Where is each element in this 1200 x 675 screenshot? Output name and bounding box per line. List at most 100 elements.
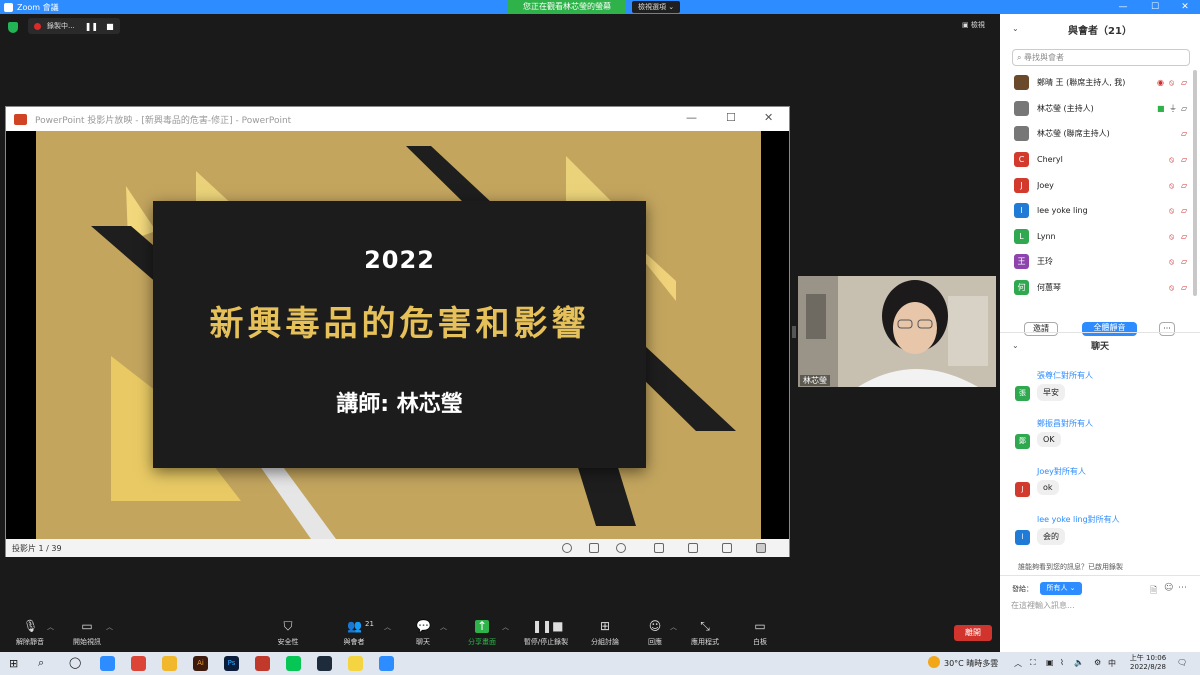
participants-caret[interactable]: ︿ bbox=[384, 622, 391, 632]
chat-message: 張尊仁對所有人 張 早安 bbox=[1000, 366, 1192, 414]
mute-all-button[interactable]: 全體靜音 bbox=[1082, 322, 1137, 336]
security-shield-icon[interactable] bbox=[8, 22, 18, 33]
invite-button[interactable]: 邀請 bbox=[1024, 322, 1058, 336]
participant-row[interactable]: L Lynn ⦸ ▱ bbox=[1000, 224, 1192, 250]
participant-row[interactable]: 王 王玲 ⦸ ▱ bbox=[1000, 249, 1192, 275]
windows-start-icon[interactable]: ⊞ bbox=[9, 657, 18, 670]
illustrator-icon[interactable]: Ai bbox=[193, 656, 208, 671]
close-button[interactable]: ✕ bbox=[1170, 0, 1200, 14]
reading-view-icon[interactable] bbox=[722, 543, 732, 553]
more-icon[interactable]: ⋯ bbox=[1178, 583, 1187, 593]
more-options-button[interactable]: ··· bbox=[1159, 322, 1175, 336]
slide-sorter-icon[interactable] bbox=[688, 543, 698, 553]
apps-button[interactable]: ⤡ 應用程式 bbox=[675, 618, 735, 647]
webcam-video[interactable]: 林芯瑩 bbox=[798, 276, 996, 387]
normal-view-icon[interactable] bbox=[654, 543, 664, 553]
ppt-minimize-icon[interactable]: — bbox=[686, 111, 697, 124]
participant-list: 鄭晴 王 (聯席主持人, 我) ◉ ⦸ ▱ 林芯瑩 (主持人) ■ ⏚ ▱ 林芯瑩 (聯… bbox=[1000, 70, 1192, 300]
send-to-dropdown[interactable]: 所有人 ⌄ bbox=[1040, 582, 1082, 595]
avatar: 王 bbox=[1014, 254, 1029, 270]
stage-view-button[interactable]: ▣ 檢視 bbox=[962, 20, 985, 30]
apps-icon: ⤡ bbox=[700, 619, 710, 633]
participant-row[interactable]: l lee yoke ling ⦸ ▱ bbox=[1000, 198, 1192, 224]
security-button[interactable]: ⛉ 安全性 bbox=[258, 618, 318, 647]
ppt-maximize-icon[interactable]: ☐ bbox=[726, 111, 736, 124]
video-icon: ▱ bbox=[1181, 103, 1188, 113]
participant-row[interactable]: 林芯瑩 (聯席主持人) ▱ bbox=[1000, 121, 1192, 147]
line-icon[interactable] bbox=[286, 656, 301, 671]
minimize-button[interactable]: — bbox=[1108, 0, 1138, 14]
maximize-button[interactable]: ☐ bbox=[1140, 0, 1170, 14]
video-off-icon: ▱ bbox=[1181, 283, 1188, 293]
pause-recording-button[interactable]: ❚❚ bbox=[85, 22, 98, 31]
chrome-icon[interactable] bbox=[131, 656, 146, 671]
chat-visibility-note[interactable]: 誰能夠看到您的訊息？已啟用錄製 bbox=[1018, 562, 1123, 572]
emoji-icon[interactable]: ☺ bbox=[1164, 583, 1173, 593]
app-icon[interactable] bbox=[255, 656, 270, 671]
search-icon[interactable]: ⌕ bbox=[38, 656, 44, 670]
chat-caret[interactable]: ︿ bbox=[440, 622, 447, 632]
participants-count: 21 bbox=[365, 620, 374, 628]
view-options-button[interactable]: 檢視選項 ⌄ bbox=[632, 1, 681, 13]
photoshop-icon[interactable]: Ps bbox=[224, 656, 239, 671]
volume-icon[interactable]: 🔈 bbox=[1074, 658, 1084, 667]
participant-row[interactable]: J Joey ⦸ ▱ bbox=[1000, 172, 1192, 198]
participants-button[interactable]: 👥 與會者 bbox=[324, 618, 384, 647]
ime-lang[interactable]: 中 bbox=[1108, 658, 1116, 669]
wifi-icon[interactable]: ⌇ bbox=[1060, 658, 1064, 667]
audio-options-caret[interactable]: ︿ bbox=[47, 622, 54, 632]
stop-recording-button[interactable]: ■ bbox=[106, 22, 114, 31]
record-dot-icon bbox=[34, 22, 41, 30]
task-view-icon[interactable]: ◯ bbox=[69, 656, 81, 669]
panel-divider bbox=[1000, 332, 1200, 333]
end-meeting-button[interactable]: 離開 bbox=[954, 625, 992, 641]
pause-stop-record-button[interactable]: ❚❚■ 暫停/停止錄製 bbox=[516, 618, 576, 647]
participant-row[interactable]: C Cheryl ⦸ ▱ bbox=[1000, 147, 1192, 173]
participant-row[interactable]: 鄭晴 王 (聯席主持人, 我) ◉ ⦸ ▱ bbox=[1000, 70, 1192, 96]
apps-label: 應用程式 bbox=[691, 638, 719, 646]
next-slide-icon[interactable] bbox=[616, 543, 626, 553]
edge-icon[interactable] bbox=[100, 656, 115, 671]
prev-slide-icon[interactable] bbox=[562, 543, 572, 553]
slideshow-view-icon[interactable] bbox=[756, 543, 766, 553]
chat-sender[interactable]: lee yoke ling對所有人 bbox=[1037, 514, 1120, 525]
weather-icon[interactable] bbox=[928, 656, 940, 668]
tray-app-icon[interactable]: ▣ bbox=[1046, 658, 1054, 667]
sticky-notes-icon[interactable] bbox=[348, 656, 363, 671]
mic-muted-icon: ⦸ bbox=[1169, 155, 1175, 165]
notification-icon[interactable]: 🗨 bbox=[1177, 658, 1187, 667]
chat-sender[interactable]: Joey對所有人 bbox=[1037, 466, 1086, 477]
unmute-label: 解除靜音 bbox=[16, 638, 44, 646]
resize-handle[interactable] bbox=[792, 326, 796, 338]
chat-sender[interactable]: 張尊仁對所有人 bbox=[1037, 370, 1093, 381]
weather-text[interactable]: 30°C 晴時多雲 bbox=[944, 658, 998, 669]
participants-icon: 👥 bbox=[347, 619, 362, 633]
tray-app-icon[interactable]: ⛶ bbox=[1030, 658, 1036, 668]
recording-label: 錄製中... bbox=[47, 22, 75, 30]
participant-scrollbar[interactable] bbox=[1193, 70, 1197, 296]
zoom-taskbar-icon[interactable] bbox=[379, 656, 394, 671]
recording-icon: ◉ bbox=[1157, 78, 1164, 88]
mic-muted-icon: ⦸ bbox=[1169, 78, 1175, 88]
chat-input[interactable]: 在這裡輸入訊息... bbox=[1011, 600, 1075, 611]
clock-date[interactable]: 2022/8/28 bbox=[1125, 663, 1171, 671]
file-icon[interactable]: 🗎 bbox=[1150, 583, 1157, 599]
file-explorer-icon[interactable] bbox=[162, 656, 177, 671]
whiteboard-button[interactable]: ▭ 白板 bbox=[730, 618, 790, 647]
participant-row[interactable]: 何 何蕙琴 ⦸ ▱ bbox=[1000, 275, 1192, 301]
ppt-close-icon[interactable]: ✕ bbox=[764, 111, 773, 124]
slide-panel-icon[interactable] bbox=[589, 543, 599, 553]
media-icon[interactable] bbox=[317, 656, 332, 671]
windows-taskbar: ⊞ ⌕ ◯ Ai Ps 30°C 晴時多雲 ︿ ⛶ ▣ ⌇ 🔈 ⚙ 中 上午 1… bbox=[0, 652, 1200, 675]
slideshow-area[interactable]: 2022 新興毒品的危害和影響 講師: 林芯瑩 bbox=[6, 131, 789, 539]
network-icon[interactable]: ⚙ bbox=[1094, 658, 1101, 667]
avatar: l bbox=[1015, 530, 1030, 545]
participant-row[interactable]: 林芯瑩 (主持人) ■ ⏚ ▱ bbox=[1000, 96, 1192, 122]
clock-time[interactable]: 上午 10:06 bbox=[1128, 653, 1168, 663]
share-caret[interactable]: ︿ bbox=[502, 622, 509, 632]
share-screen-label: 分享畫面 bbox=[468, 638, 496, 646]
participant-search-input[interactable]: ⌕ 尋找與會者 bbox=[1012, 49, 1190, 66]
tray-chevron-icon[interactable]: ︿ bbox=[1014, 658, 1022, 669]
video-options-caret[interactable]: ︿ bbox=[106, 622, 113, 632]
chat-sender[interactable]: 鄭振昌對所有人 bbox=[1037, 418, 1093, 429]
